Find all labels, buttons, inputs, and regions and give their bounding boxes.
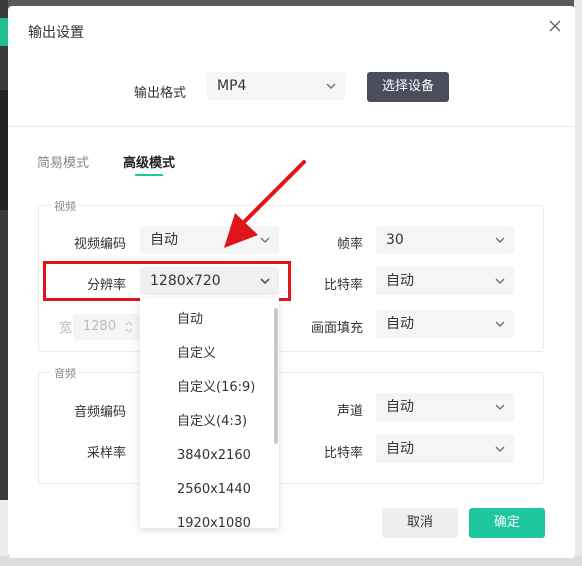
dropdown-option[interactable]: 自定义(4:3) <box>140 405 279 439</box>
fill-mode-label: 画面填充 <box>310 321 363 336</box>
dropdown-option[interactable]: 自动 <box>140 303 279 337</box>
fill-mode-select[interactable]: 自动 <box>376 310 514 338</box>
chevron-down-icon <box>494 318 506 330</box>
dialog-title: 输出设置 <box>28 25 84 41</box>
chevron-down-icon <box>494 443 506 455</box>
dropdown-option[interactable]: 自定义(16:9) <box>140 371 279 405</box>
audio-bitrate-label: 比特率 <box>323 446 363 461</box>
close-button[interactable] <box>547 18 563 34</box>
chevron-down-icon <box>259 234 271 246</box>
sample-rate-label: 采样率 <box>86 446 126 461</box>
resolution-dropdown-list: 自动 自定义 自定义(16:9) 自定义(4:3) 3840x2160 2560… <box>140 298 279 528</box>
width-input[interactable]: 1280 <box>73 314 139 340</box>
channel-value: 自动 <box>386 399 414 415</box>
background-dark-block <box>0 90 8 210</box>
chevron-down-icon <box>494 275 506 287</box>
audio-bitrate-select[interactable]: 自动 <box>376 435 514 463</box>
ok-button[interactable]: 确定 <box>469 508 545 538</box>
video-codec-value: 自动 <box>150 232 178 248</box>
output-format-value: MP4 <box>217 78 247 94</box>
dropdown-option[interactable]: 1920x1080 <box>140 507 279 528</box>
channel-select[interactable]: 自动 <box>376 393 514 421</box>
fps-select[interactable]: 30 <box>376 226 514 254</box>
video-group-title: 视频 <box>52 198 78 214</box>
width-label: 宽 <box>58 321 72 336</box>
chevron-down-icon <box>494 234 506 246</box>
cancel-button[interactable]: 取消 <box>382 508 458 538</box>
active-tab-indicator <box>135 174 163 176</box>
background-app-right-edge <box>574 0 582 566</box>
dropdown-option[interactable]: 自定义 <box>140 337 279 371</box>
video-bitrate-label: 比特率 <box>323 278 363 293</box>
dropdown-option[interactable]: 2560x1440 <box>140 473 279 507</box>
dropdown-option[interactable]: 3840x2160 <box>140 439 279 473</box>
resolution-highlight-box <box>43 261 291 301</box>
close-icon <box>549 20 561 32</box>
audio-bitrate-value: 自动 <box>386 441 414 457</box>
chevron-down-icon <box>325 80 337 92</box>
output-format-select[interactable]: MP4 <box>207 72 345 100</box>
video-codec-select[interactable]: 自动 <box>140 226 279 254</box>
tab-advanced-mode[interactable]: 高级模式 <box>123 152 175 171</box>
divider <box>8 126 575 127</box>
audio-codec-label: 音频编码 <box>73 405 126 420</box>
video-codec-label: 视频编码 <box>73 237 126 252</box>
output-format-label: 输出格式 <box>134 86 187 101</box>
tab-simple-mode[interactable]: 简易模式 <box>37 152 89 171</box>
select-device-button[interactable]: 选择设备 <box>367 72 449 102</box>
video-bitrate-value: 自动 <box>386 273 414 289</box>
fps-label: 帧率 <box>336 237 363 252</box>
video-bitrate-select[interactable]: 自动 <box>376 267 514 295</box>
chevron-down-icon <box>494 401 506 413</box>
fill-mode-value: 自动 <box>386 316 414 332</box>
output-settings-dialog: 输出设置 输出格式 MP4 选择设备 简易模式 高级模式 视频 视频编码 自动 … <box>8 6 575 558</box>
width-value: 1280 <box>83 319 117 334</box>
channel-label: 声道 <box>336 404 363 419</box>
spinner-icon <box>125 320 133 334</box>
background-green-block <box>0 18 8 46</box>
dropdown-scrollbar[interactable] <box>274 308 278 444</box>
audio-settings-group <box>38 372 544 484</box>
background-app-left-edge <box>0 0 8 566</box>
audio-group-title: 音频 <box>52 365 78 381</box>
fps-value: 30 <box>386 232 404 248</box>
